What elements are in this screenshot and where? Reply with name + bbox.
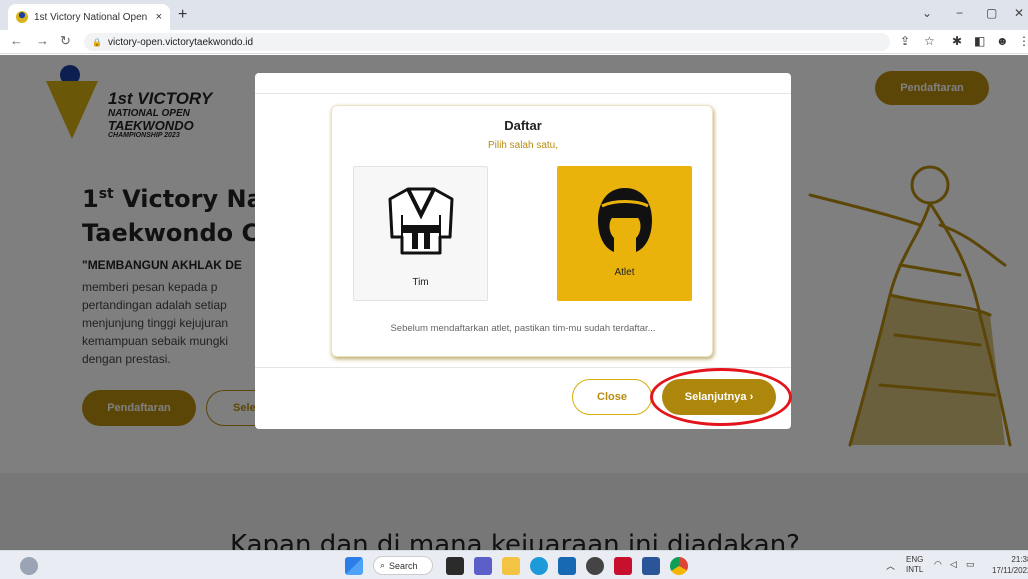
- mcafee-icon[interactable]: [614, 557, 632, 575]
- modal-note: Sebelum mendaftarkan atlet, pastikan tim…: [390, 323, 656, 334]
- bookmark-star-icon[interactable]: ☆: [924, 34, 935, 48]
- dell-icon[interactable]: [586, 557, 604, 575]
- wifi-icon[interactable]: ◠: [934, 559, 942, 570]
- lock-icon: 🔒: [92, 37, 102, 47]
- start-icon[interactable]: [345, 557, 363, 575]
- language-indicator[interactable]: ENG INTL: [906, 555, 923, 575]
- forward-icon[interactable]: →: [36, 33, 49, 48]
- file-explorer-icon[interactable]: [502, 557, 520, 575]
- volume-icon[interactable]: ◁: [950, 559, 957, 570]
- store-icon[interactable]: [558, 557, 576, 575]
- option-athlete[interactable]: Atlet: [557, 166, 692, 301]
- clock-time: 21:38: [1011, 555, 1028, 564]
- windows-taskbar: ⌕ Search ︿ ENG INTL ◠ ◁ ▭ 21:38 17/11/20…: [0, 550, 1028, 579]
- back-icon[interactable]: ←: [10, 33, 23, 48]
- tab-search-dropdown-icon[interactable]: ⌄: [922, 6, 932, 20]
- weather-widget-icon[interactable]: [20, 557, 38, 575]
- option-team-label: Tim: [412, 277, 429, 288]
- address-bar[interactable]: 🔒 victory-open.victorytaekwondo.id: [84, 33, 890, 51]
- url-text: victory-open.victorytaekwondo.id: [107, 36, 254, 48]
- option-athlete-label: Atlet: [614, 267, 635, 278]
- uniform-icon: [388, 187, 453, 255]
- lang-line1: ENG: [906, 555, 924, 564]
- search-icon: ⌕: [380, 560, 386, 570]
- browser-tab[interactable]: 1st Victory National Open Taekw ×: [8, 4, 170, 30]
- annotation-highlight-ring: [650, 368, 792, 426]
- browser-toolbar: ← → ↻ 🔒 victory-open.victorytaekwondo.id…: [0, 30, 1028, 54]
- reload-icon[interactable]: ↻: [60, 33, 71, 49]
- headgear-icon: [597, 188, 652, 252]
- tray-chevron-icon[interactable]: ︿: [886, 559, 895, 572]
- extensions-icon[interactable]: ✱: [952, 34, 962, 48]
- restore-button[interactable]: ▢: [986, 6, 997, 20]
- profile-avatar-icon[interactable]: ☻: [996, 34, 1009, 48]
- tab-close-icon[interactable]: ×: [156, 11, 162, 23]
- browser-tabstrip: 1st Victory National Open Taekw × + ⌄ − …: [0, 0, 1028, 30]
- clock-date: 17/11/2022: [992, 566, 1028, 575]
- teams-chat-icon[interactable]: [474, 557, 492, 575]
- tab-title: 1st Victory National Open Taekw: [34, 11, 150, 23]
- battery-icon[interactable]: ▭: [966, 559, 975, 570]
- choice-card: Daftar Pilih salah satu, Tim Atlet Sebel…: [331, 105, 713, 357]
- modal-title: Daftar: [504, 118, 542, 133]
- chrome-icon[interactable]: [670, 557, 688, 575]
- modal-header-divider: [255, 93, 791, 94]
- system-clock[interactable]: 21:38 17/11/2022: [992, 554, 1028, 576]
- close-window-button[interactable]: ✕: [1014, 6, 1024, 20]
- minimize-button[interactable]: −: [956, 6, 963, 20]
- option-team[interactable]: Tim: [353, 166, 488, 301]
- menu-kebab-icon[interactable]: ⋮: [1018, 34, 1028, 48]
- taskbar-search[interactable]: ⌕ Search: [373, 556, 433, 575]
- search-label: Search: [389, 560, 418, 571]
- modal-subtitle: Pilih salah satu,: [487, 140, 559, 151]
- lang-line2: INTL: [906, 565, 924, 574]
- close-button[interactable]: Close: [572, 379, 652, 415]
- share-icon[interactable]: ⇪: [900, 34, 910, 48]
- site-favicon-icon: [16, 11, 28, 23]
- new-tab-button[interactable]: +: [178, 6, 187, 24]
- edge-icon[interactable]: [530, 557, 548, 575]
- web-page: 1st VICTORY NATIONAL OPEN TAEKWONDO CHAM…: [0, 55, 1028, 550]
- side-panel-icon[interactable]: ◧: [974, 34, 985, 48]
- task-view-icon[interactable]: [446, 557, 464, 575]
- word-icon[interactable]: [642, 557, 660, 575]
